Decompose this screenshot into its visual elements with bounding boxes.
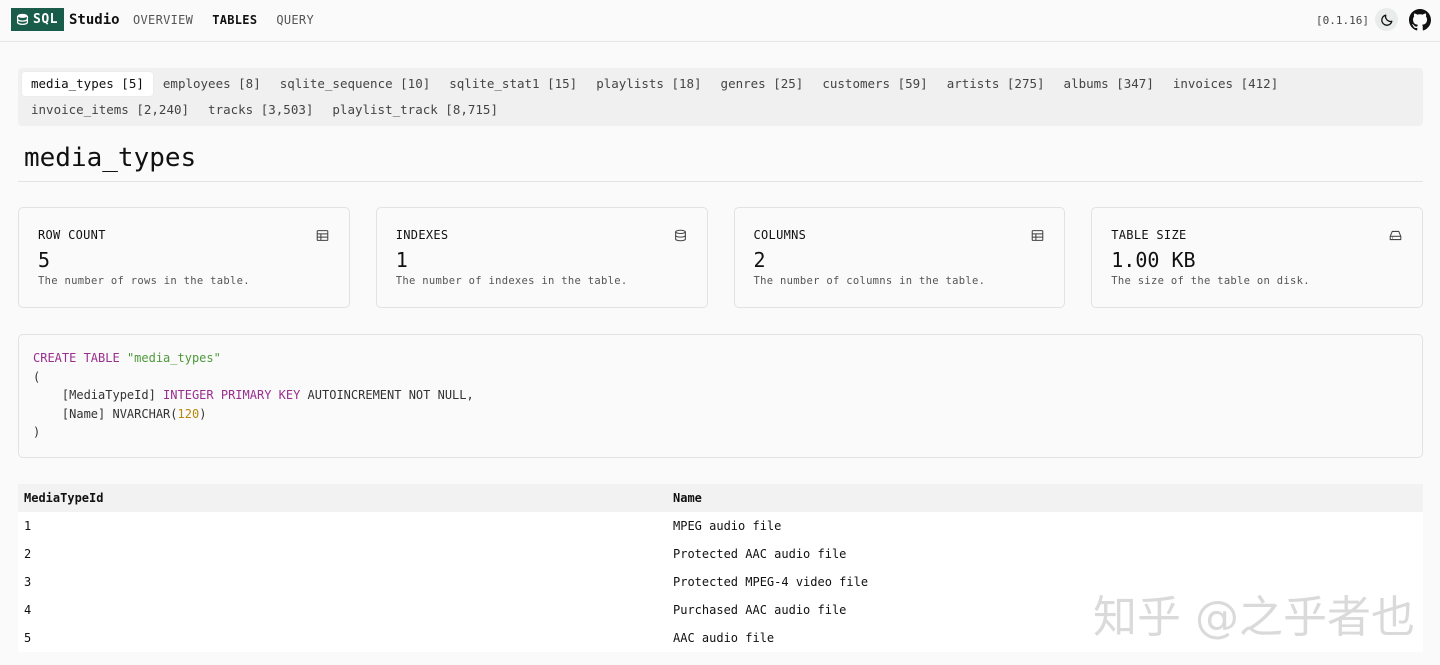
table-cell: Protected MPEG-4 video file [673,575,869,589]
sql-text: AUTOINCREMENT NOT NULL, [300,388,474,402]
card-description: The number of rows in the table. [38,275,250,287]
table-cell: AAC audio file [673,631,775,645]
sql-text: ) [199,406,207,421]
sql-keyword: CREATE TABLE [33,351,120,365]
card-description: The number of columns in the table. [753,275,986,287]
tab-sqlite-stat1[interactable]: sqlite_stat1 [15] [440,72,586,96]
tab-playlists[interactable]: playlists [18] [587,72,710,96]
card-value: 1 [395,248,408,272]
table-size-card: TABLE SIZE 1.00 KB The size of the table… [1091,207,1423,308]
sql-text: [MediaTypeId] [33,388,164,402]
table-cell: Protected AAC audio file [673,547,847,561]
table-cell: Purchased AAC audio file [673,603,847,617]
main-nav: OVERVIEW TABLES QUERY [133,13,314,27]
card-description: The size of the table on disk. [1111,275,1310,287]
tab-sqlite-sequence[interactable]: sqlite_sequence [10] [271,72,440,96]
table-row[interactable]: 4 Purchased AAC audio file [18,596,1423,624]
card-value: 2 [753,248,766,272]
card-label: INDEXES [395,228,449,242]
tab-genres[interactable]: genres [25] [712,72,813,96]
table-cell: MPEG audio file [673,519,782,533]
column-header[interactable]: Name [673,491,1423,505]
row-count-card: ROW COUNT 5 The number of rows in the ta… [18,207,350,308]
indexes-card: INDEXES 1 The number of indexes in the t… [375,207,708,308]
sql-string: "media_types" [126,351,221,365]
logo-badge-text: SQL [33,12,58,27]
tab-playlist-track[interactable]: playlist_track [8,715] [323,98,507,122]
card-label: TABLE SIZE [1111,228,1187,242]
nav-query[interactable]: QUERY [276,13,314,27]
sql-line: ) [33,425,41,439]
data-table: MediaTypeId Name 1 MPEG audio file 2 Pro… [18,484,1423,652]
card-value: 1.00 KB [1111,248,1196,272]
logo-text: Studio [68,11,120,28]
table-icon [1031,230,1044,241]
sql-line: ( [33,369,41,384]
sql-line: CREATE TABLE "media_types" [33,349,1408,368]
sql-text: [Name] NVARCHAR( [33,406,178,421]
table-row[interactable]: 3 Protected MPEG-4 video file [18,568,1423,596]
card-label: COLUMNS [753,228,807,242]
theme-toggle-button[interactable] [1375,8,1398,31]
table-cell: 3 [24,575,32,589]
database-icon [16,13,29,26]
table-cell: 2 [24,547,32,561]
app-logo[interactable]: SQL Studio [11,8,120,31]
table-cell: 1 [24,519,32,533]
database-icon [674,229,686,242]
table-cell: 5 [24,631,32,645]
nav-tables[interactable]: TABLES [212,13,257,27]
tab-artists[interactable]: artists [275] [938,72,1054,96]
hard-drive-icon [1389,230,1402,241]
tab-albums[interactable]: albums [347] [1055,72,1163,96]
tab-media-types[interactable]: media_types [5] [22,72,153,96]
column-header[interactable]: MediaTypeId [18,491,673,505]
page-title: media_types [24,143,197,173]
card-description: The number of indexes in the table. [395,275,628,287]
table-tabs: media_types [5] employees [8] sqlite_seq… [18,68,1423,126]
table-row[interactable]: 5 AAC audio file [18,624,1423,652]
tab-invoices[interactable]: invoices [412] [1164,72,1287,96]
card-label: ROW COUNT [38,228,106,242]
top-bar: SQL Studio OVERVIEW TABLES QUERY [0.1.16… [0,0,1440,42]
tab-customers[interactable]: customers [59] [813,72,936,96]
table-icon [316,230,329,241]
github-icon [1409,9,1431,31]
card-value: 5 [38,248,51,272]
title-divider [18,181,1423,182]
tab-employees[interactable]: employees [8] [154,72,270,96]
version-label: [0.1.16] [1316,14,1369,27]
sql-keyword: INTEGER PRIMARY KEY [163,388,301,402]
columns-card: COLUMNS 2 The number of columns in the t… [733,207,1066,308]
tab-tracks[interactable]: tracks [3,503] [199,98,322,122]
stat-cards: ROW COUNT 5 The number of rows in the ta… [18,207,1423,308]
tab-invoice-items[interactable]: invoice_items [2,240] [22,98,198,122]
table-header: MediaTypeId Name [18,484,1423,512]
sql-number: 120 [177,406,200,421]
nav-overview[interactable]: OVERVIEW [133,13,193,27]
logo-badge: SQL [11,8,64,31]
table-row[interactable]: 1 MPEG audio file [18,512,1423,540]
table-row[interactable]: 2 Protected AAC audio file [18,540,1423,568]
moon-icon [1380,14,1392,26]
sql-line: [MediaTypeId] INTEGER PRIMARY KEY AUTOIN… [33,386,1408,405]
sql-line: [Name] NVARCHAR(120) [33,405,1408,424]
sql-definition: CREATE TABLE "media_types" ( [MediaTypeI… [18,334,1423,458]
table-cell: 4 [24,603,32,617]
github-link[interactable] [1409,9,1431,31]
